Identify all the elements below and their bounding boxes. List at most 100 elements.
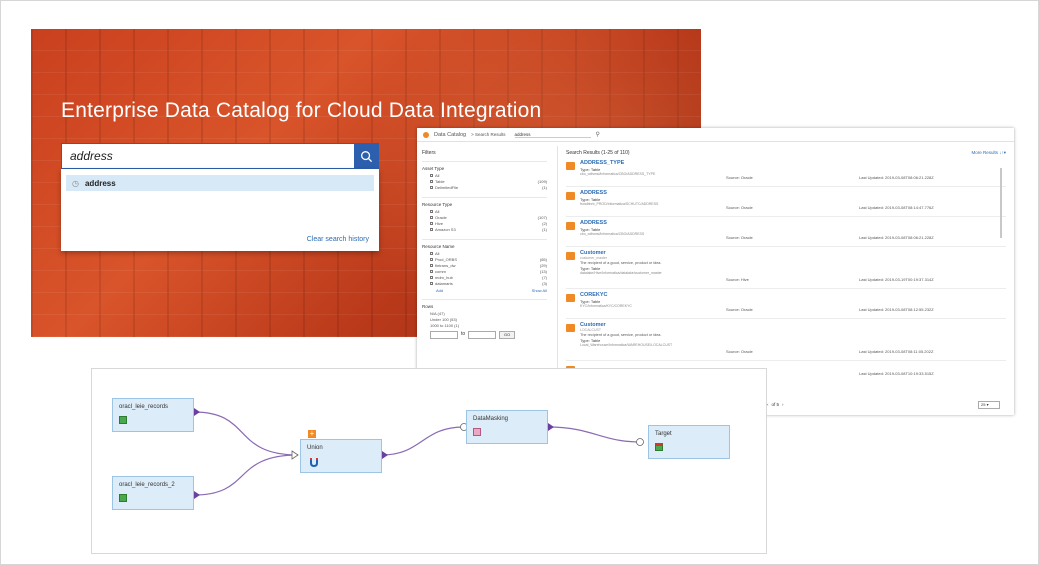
result-updated: Last Updated: 2019-03-08T10:19:33.515Z — [859, 371, 934, 376]
node-label: oracl_leie_records — [119, 404, 169, 410]
checkbox[interactable] — [430, 258, 433, 261]
node-label: Union — [307, 445, 323, 451]
result-name[interactable]: ADDRESS — [580, 190, 1006, 196]
suggestion-item[interactable]: ◷ address — [66, 175, 374, 191]
checkbox[interactable] — [430, 180, 433, 183]
checkbox[interactable] — [430, 210, 433, 213]
union-icon — [310, 458, 318, 467]
catalog-search-box — [61, 143, 379, 169]
results-count: Search Results (1-25 of 110) — [566, 150, 630, 156]
next-page-icon[interactable]: › — [782, 402, 784, 407]
result-source: Source: Oracle — [726, 205, 753, 210]
catalog-search-input[interactable]: address — [514, 132, 591, 138]
add-filter-link[interactable]: Add — [436, 288, 443, 293]
input-port-icon — [291, 450, 299, 460]
result-description: The recipient of a good, service, produc… — [580, 333, 662, 337]
result-updated: Last Updated: 2019-03-08T08:12:55.232Z — [859, 307, 934, 312]
result-source: Source: Oracle — [726, 307, 753, 312]
result-path: KYC/Informatica/KYC/COREKYC — [580, 304, 632, 308]
filter-section-asset-type: Asset Type All Table (109) DelimitedFile(… — [422, 161, 547, 191]
result-item[interactable]: Customer LOCALCUST The recipient of a go… — [566, 322, 1006, 361]
filter-section-resource-name: Resource Name All Prod_ORBS (65) fintrans… — [422, 239, 547, 293]
results-scrollbar[interactable] — [1000, 168, 1002, 238]
page-size-select[interactable]: 25 ▾ — [978, 401, 1000, 409]
checkbox[interactable] — [430, 252, 433, 255]
search-suggestions-dropdown: ◷ address Clear search history — [61, 169, 379, 251]
result-item[interactable]: COREKYC Type: Table KYC/Informatica/KYC/… — [566, 292, 1006, 319]
source-icon — [119, 416, 127, 424]
filters-panel: Filters Asset Type All Table (109) Delimi… — [422, 150, 547, 370]
masking-icon — [473, 428, 481, 436]
checkbox[interactable] — [430, 264, 433, 267]
results-header: Search Results (1-25 of 110) More Result… — [566, 150, 1006, 156]
checkbox[interactable] — [430, 216, 433, 219]
result-source: Source: Hive — [726, 277, 749, 282]
filter-heading[interactable]: Resource Name — [422, 244, 547, 249]
filter-section-rows: Rows N/A (47) Under 100 (53) 1000 to 110… — [422, 299, 547, 339]
output-port-icon — [382, 451, 388, 459]
catalog-header: Data Catalog > Search Results address ⚲ — [417, 128, 1014, 142]
search-icon[interactable]: ⚲ — [596, 131, 600, 138]
filter-option[interactable]: datamarts (3) — [422, 281, 547, 287]
table-icon — [566, 324, 575, 332]
catalog-app-name[interactable]: Data Catalog — [434, 132, 466, 138]
table-icon — [566, 294, 575, 302]
rows-from-input[interactable] — [430, 331, 458, 339]
data-masking-node[interactable]: DataMasking — [466, 410, 548, 444]
filter-heading[interactable]: Resource Type — [422, 202, 547, 207]
result-item[interactable]: Customer customer_master The recipient o… — [566, 250, 1006, 289]
result-updated: Last Updated: 2019-03-08T08:06:21.228Z — [859, 175, 934, 180]
more-results-link[interactable]: More Results ↓↑▾ — [971, 150, 1006, 156]
filter-option[interactable]: DelimitedFile (1) — [422, 185, 547, 191]
table-icon — [566, 192, 575, 200]
target-node[interactable]: Target — [648, 425, 730, 459]
add-transformation-icon[interactable]: + — [308, 430, 316, 438]
sort-icon[interactable]: ↓↑▾ — [999, 150, 1006, 155]
source-node-2[interactable]: oracl_leie_records_2 — [112, 476, 194, 510]
filter-heading[interactable]: Asset Type — [422, 166, 547, 171]
filter-actions: Add Show All — [422, 288, 547, 293]
page-count: of 5 — [771, 402, 780, 407]
filters-title: Filters — [422, 150, 436, 156]
result-item[interactable]: ADDRESS Type: Table fsmdbhrb_PROD/Inform… — [566, 190, 1006, 217]
filter-heading[interactable]: Rows — [422, 304, 547, 309]
clear-search-history-link[interactable]: Clear search history — [307, 236, 369, 243]
panel-divider[interactable] — [557, 146, 558, 406]
result-name[interactable]: ADDRESS — [580, 220, 1006, 226]
rows-to-input[interactable] — [468, 331, 497, 339]
result-name[interactable]: COREKYC — [580, 292, 1006, 298]
table-icon — [566, 252, 575, 260]
result-updated: Last Updated: 2019-03-08T08:11:05.202Z — [859, 349, 934, 354]
show-all-link[interactable]: Show All — [532, 288, 547, 293]
hero-title: Enterprise Data Catalog for Cloud Data I… — [61, 99, 542, 122]
union-node[interactable]: Union — [300, 439, 382, 473]
result-item[interactable]: ADDRESS Type: Table cbo_cdfsmsi/Informat… — [566, 220, 1006, 247]
checkbox[interactable] — [430, 186, 433, 189]
range-to-label: to — [461, 331, 466, 337]
result-item[interactable]: ADDRESS_TYPE Type: Table cbo_cdfsmsi/Inf… — [566, 160, 1006, 187]
go-button[interactable]: GO — [499, 331, 516, 339]
result-path: cbo_cdfsmsi/Informatica/CBO/ADDRESS — [580, 232, 645, 236]
search-button[interactable] — [354, 144, 378, 168]
suggestion-label: address — [84, 178, 116, 188]
output-port-icon — [194, 408, 200, 416]
result-subtitle: customer_master — [580, 256, 608, 260]
checkbox[interactable] — [430, 222, 433, 225]
catalog-logo-icon — [423, 131, 429, 138]
result-updated: Last Updated: 2019-03-08T08:14:47.776Z — [859, 205, 934, 210]
checkbox[interactable] — [430, 270, 433, 273]
rows-range: to GO — [422, 331, 547, 339]
checkbox[interactable] — [430, 276, 433, 279]
source-node-1[interactable]: oracl_leie_records — [112, 398, 194, 432]
search-input[interactable] — [62, 144, 354, 168]
result-path: Local_Warehouse/Informatica/WAREHOUSE/LO… — [580, 343, 673, 347]
filter-option[interactable]: 1000 to 1100 (1) — [422, 323, 547, 329]
filter-option[interactable]: Amazon S3 (1) — [422, 227, 547, 233]
checkbox[interactable] — [430, 228, 433, 231]
checkbox[interactable] — [430, 174, 433, 177]
source-icon — [119, 494, 127, 502]
checkbox[interactable] — [430, 282, 433, 285]
result-name[interactable]: ADDRESS_TYPE — [580, 160, 1006, 166]
result-path: cbo_cdfsmsi/Informatica/CBO/ADDRESS_TYPE — [580, 172, 656, 176]
result-description: The recipient of a good, service, produc… — [580, 261, 662, 265]
